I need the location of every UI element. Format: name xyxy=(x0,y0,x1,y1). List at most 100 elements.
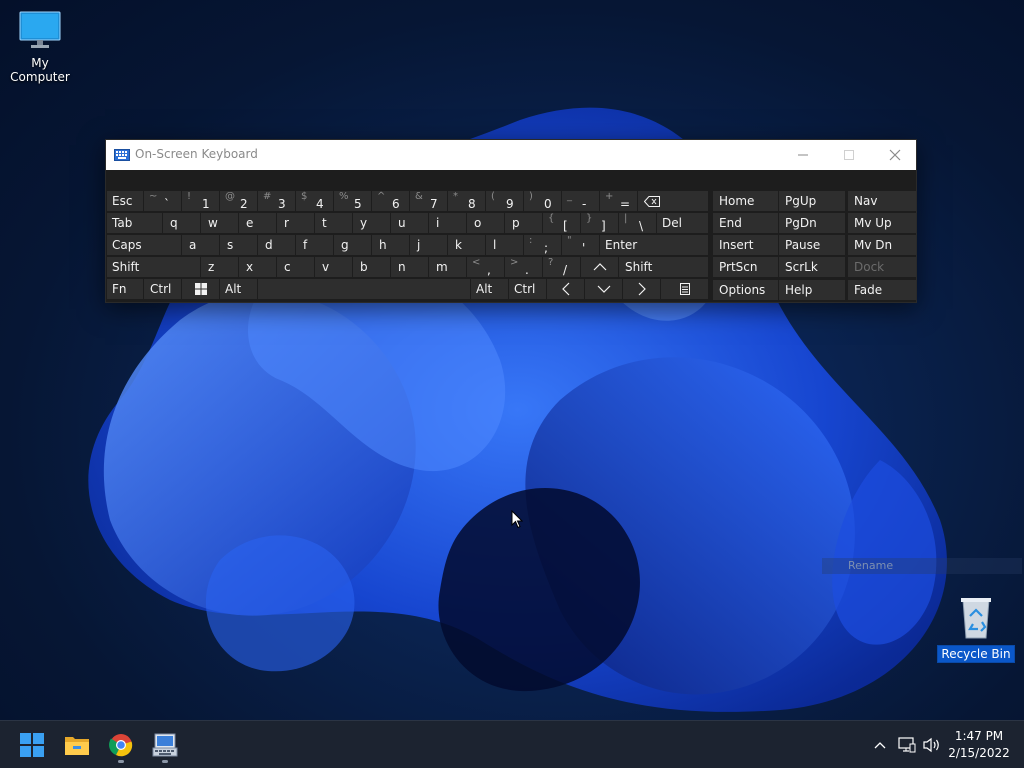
key-z[interactable]: z xyxy=(201,257,238,277)
taskbar-chrome[interactable] xyxy=(101,725,141,765)
key-arrow-left[interactable] xyxy=(547,279,584,299)
key-1[interactable]: ! 1 xyxy=(182,191,219,211)
key-help[interactable]: Help xyxy=(779,280,845,300)
key-insert[interactable]: Insert xyxy=(713,235,778,255)
maximize-button xyxy=(826,140,872,170)
key-label: u xyxy=(398,216,406,230)
network-button[interactable] xyxy=(897,735,917,755)
key-arrow-down[interactable] xyxy=(585,279,622,299)
key-3[interactable]: #3 xyxy=(258,191,295,211)
key-v[interactable]: v xyxy=(315,257,352,277)
key-prtscn[interactable]: PrtScn xyxy=(713,257,778,277)
key-semicolon[interactable]: :; xyxy=(524,235,561,255)
key-fn[interactable]: Fn xyxy=(107,279,143,299)
key-arrow-up[interactable] xyxy=(581,257,618,277)
key-right-shift[interactable]: Shift xyxy=(619,257,708,277)
key-space[interactable] xyxy=(258,279,470,299)
start-button[interactable] xyxy=(12,725,52,765)
key-c[interactable]: c xyxy=(277,257,314,277)
key-f[interactable]: f xyxy=(296,235,333,255)
key-esc[interactable]: Esc xyxy=(107,191,143,211)
key-left-alt[interactable]: Alt xyxy=(220,279,257,299)
key-quote[interactable]: " ' xyxy=(562,235,599,255)
key-right-ctrl[interactable]: Ctrl xyxy=(509,279,546,299)
key-y[interactable]: y xyxy=(353,213,390,233)
key-pgdn[interactable]: PgDn xyxy=(779,213,845,233)
key-nav[interactable]: Nav xyxy=(848,191,916,211)
key-x[interactable]: x xyxy=(239,257,276,277)
key-7[interactable]: & 7 xyxy=(410,191,447,211)
key-end[interactable]: End xyxy=(713,213,778,233)
volume-button[interactable] xyxy=(922,735,942,755)
key-caps[interactable]: Caps xyxy=(107,235,181,255)
key-9[interactable]: (9 xyxy=(486,191,523,211)
show-hidden-icons-button[interactable] xyxy=(870,735,890,755)
key-i[interactable]: i xyxy=(429,213,466,233)
key-tab[interactable]: Tab xyxy=(107,213,162,233)
key-enter[interactable]: Enter xyxy=(600,235,708,255)
key-fade[interactable]: Fade xyxy=(848,280,916,300)
key-left-shift[interactable]: Shift xyxy=(107,257,200,277)
key-w[interactable]: w xyxy=(201,213,238,233)
key-right-alt[interactable]: Alt xyxy=(471,279,508,299)
key-comma[interactable]: <, xyxy=(467,257,504,277)
key-scrlk[interactable]: ScrLk xyxy=(779,257,845,277)
key-j[interactable]: j xyxy=(410,235,447,255)
key-shift-label: ( xyxy=(491,191,495,202)
key-8[interactable]: * 8 xyxy=(448,191,485,211)
key-b[interactable]: b xyxy=(353,257,390,277)
key-windows[interactable] xyxy=(182,279,219,299)
key-pause[interactable]: Pause xyxy=(779,235,845,255)
key-label: w xyxy=(208,216,218,230)
key-e[interactable]: e xyxy=(239,213,276,233)
key-backslash[interactable]: | \ xyxy=(619,213,656,233)
key-t[interactable]: t xyxy=(315,213,352,233)
key-options[interactable]: Options xyxy=(713,280,778,300)
key-2[interactable]: @2 xyxy=(220,191,257,211)
key-s[interactable]: s xyxy=(220,235,257,255)
key-backtick[interactable]: ~ ` xyxy=(144,191,181,211)
key-backspace[interactable] xyxy=(638,191,708,211)
key-h[interactable]: h xyxy=(372,235,409,255)
key-g[interactable]: g xyxy=(334,235,371,255)
key-move-up[interactable]: Mv Up xyxy=(848,213,916,233)
minimize-button[interactable] xyxy=(780,140,826,170)
key-del[interactable]: Del xyxy=(657,213,708,233)
key-q[interactable]: q xyxy=(163,213,200,233)
close-button[interactable] xyxy=(872,140,918,170)
key-u[interactable]: u xyxy=(391,213,428,233)
key-o[interactable]: o xyxy=(467,213,504,233)
taskbar-clock[interactable]: 1:47 PM 2/15/2022 xyxy=(944,728,1014,762)
key-a[interactable]: a xyxy=(182,235,219,255)
taskbar-file-explorer[interactable] xyxy=(57,725,97,765)
key-label: ` xyxy=(164,197,170,211)
key-close-bracket[interactable]: }] xyxy=(581,213,618,233)
key-pgup[interactable]: PgUp xyxy=(779,191,845,211)
key-minus[interactable]: _ - xyxy=(562,191,599,211)
key-r[interactable]: r xyxy=(277,213,314,233)
key-0[interactable]: ) 0 xyxy=(524,191,561,211)
key-4[interactable]: $4 xyxy=(296,191,333,211)
key-d[interactable]: d xyxy=(258,235,295,255)
key-k[interactable]: k xyxy=(448,235,485,255)
key-slash[interactable]: ? / xyxy=(543,257,580,277)
key-n[interactable]: n xyxy=(391,257,428,277)
key-arrow-right[interactable] xyxy=(623,279,660,299)
key-period[interactable]: >. xyxy=(505,257,542,277)
key-5[interactable]: % 5 xyxy=(334,191,371,211)
desktop-icon-label[interactable]: Recycle Bin xyxy=(938,646,1014,662)
key-m[interactable]: m xyxy=(429,257,466,277)
key-left-ctrl[interactable]: Ctrl xyxy=(144,279,181,299)
key-move-down[interactable]: Mv Dn xyxy=(848,235,916,255)
key-6[interactable]: ^ 6 xyxy=(372,191,409,211)
key-home[interactable]: Home xyxy=(713,191,778,211)
key-menu[interactable] xyxy=(661,279,708,299)
key-l[interactable]: l xyxy=(486,235,523,255)
key-equals[interactable]: + = xyxy=(600,191,637,211)
desktop-icon-recycle-bin[interactable]: Recycle Bin xyxy=(936,596,1016,663)
desktop-icon-my-computer[interactable]: My Computer xyxy=(0,10,80,85)
window-titlebar[interactable]: On-Screen Keyboard xyxy=(106,140,916,170)
key-open-bracket[interactable]: {[ xyxy=(543,213,580,233)
key-p[interactable]: p xyxy=(505,213,542,233)
taskbar-on-screen-keyboard[interactable] xyxy=(145,725,185,765)
